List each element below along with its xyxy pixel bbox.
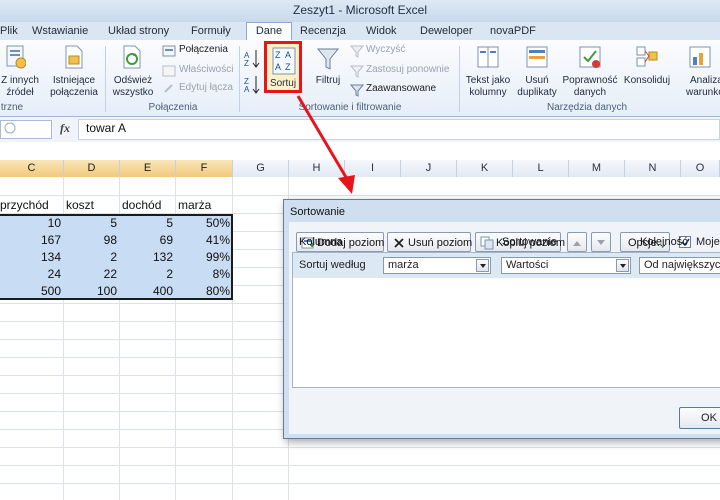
annotation-arrow <box>296 95 355 194</box>
